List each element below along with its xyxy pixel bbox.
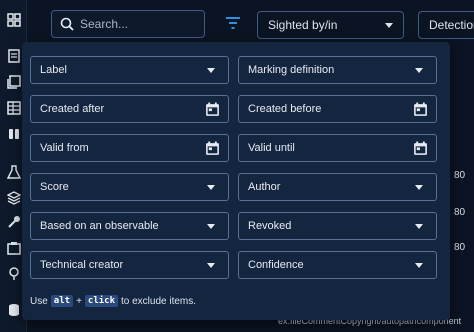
- technical-creator-select[interactable]: Technical creator: [30, 251, 229, 279]
- chevron-down-icon: [207, 263, 215, 268]
- locations-icon[interactable]: [6, 266, 21, 281]
- alt-key: alt: [50, 295, 74, 307]
- chevron-down-icon: [207, 185, 215, 190]
- created-before-date-field[interactable]: Created before: [238, 95, 437, 123]
- table-cell-score: 80: [454, 242, 466, 253]
- calendar-icon[interactable]: [413, 141, 428, 156]
- hint-prefix: Use: [30, 295, 48, 307]
- valid-until-label: Valid until: [248, 142, 295, 154]
- table-cell-score: 80: [454, 170, 466, 181]
- search-input[interactable]: [80, 17, 200, 31]
- chevron-down-icon: [207, 224, 215, 229]
- confidence-label: Confidence: [248, 259, 304, 271]
- revoked-select[interactable]: Revoked: [238, 212, 437, 240]
- calendar-icon[interactable]: [205, 141, 220, 156]
- data-icon[interactable]: [6, 302, 21, 317]
- based-on-observable-select[interactable]: Based on an observable: [30, 212, 229, 240]
- dashboard-icon[interactable]: [6, 12, 21, 27]
- calendar-icon[interactable]: [205, 102, 220, 117]
- valid-from-date-field[interactable]: Valid from: [30, 134, 229, 162]
- marking-definition-select[interactable]: Marking definition: [238, 56, 437, 84]
- created-after-label: Created after: [40, 103, 105, 115]
- created-after-date-field[interactable]: Created after: [30, 95, 229, 123]
- label-filter-label: Label: [40, 64, 67, 76]
- author-label: Author: [248, 181, 281, 193]
- chevron-down-icon: [385, 23, 393, 28]
- valid-until-date-field[interactable]: Valid until: [238, 134, 437, 162]
- entities-icon[interactable]: [6, 240, 21, 255]
- filter-icon: [226, 17, 240, 29]
- technical-creator-label: Technical creator: [40, 259, 124, 271]
- marking-definition-label: Marking definition: [248, 64, 335, 76]
- search-icon: [60, 17, 74, 31]
- search-box[interactable]: [51, 10, 205, 38]
- events-icon[interactable]: [6, 100, 21, 115]
- threats-icon[interactable]: [6, 164, 21, 179]
- detection-label: Detection: [429, 18, 474, 32]
- click-key: click: [84, 295, 118, 307]
- calendar-icon[interactable]: [413, 102, 428, 117]
- filters-panel: Label Marking definition Created after C…: [22, 42, 450, 320]
- revoked-label: Revoked: [248, 220, 292, 232]
- label-filter-select[interactable]: Label: [30, 56, 229, 84]
- chevron-down-icon: [415, 68, 423, 73]
- sighted-by-select[interactable]: Sighted by/in: [257, 11, 404, 39]
- hint-suffix: to exclude items.: [121, 295, 197, 307]
- confidence-select[interactable]: Confidence: [238, 251, 437, 279]
- cases-icon[interactable]: [6, 74, 21, 89]
- detection-select[interactable]: Detection: [418, 11, 474, 39]
- chevron-down-icon: [207, 68, 215, 73]
- chevron-down-icon: [415, 263, 423, 268]
- based-on-observable-label: Based on an observable: [40, 220, 159, 232]
- chevron-down-icon: [415, 185, 423, 190]
- exclude-hint: Use alt + click to exclude items.: [30, 295, 196, 307]
- score-select[interactable]: Score: [30, 173, 229, 201]
- hint-plus: +: [76, 295, 82, 307]
- analyses-icon[interactable]: [6, 48, 21, 63]
- filter-toggle-button[interactable]: [224, 15, 242, 31]
- arsenal-icon[interactable]: [6, 190, 21, 205]
- table-cell-score: 80: [454, 207, 466, 218]
- created-before-label: Created before: [248, 103, 322, 115]
- chevron-down-icon: [415, 224, 423, 229]
- author-select[interactable]: Author: [238, 173, 437, 201]
- sighted-by-label: Sighted by/in: [268, 18, 338, 32]
- score-label: Score: [40, 181, 69, 193]
- valid-from-label: Valid from: [40, 142, 89, 154]
- observations-icon[interactable]: [6, 126, 21, 141]
- techniques-icon[interactable]: [6, 214, 21, 229]
